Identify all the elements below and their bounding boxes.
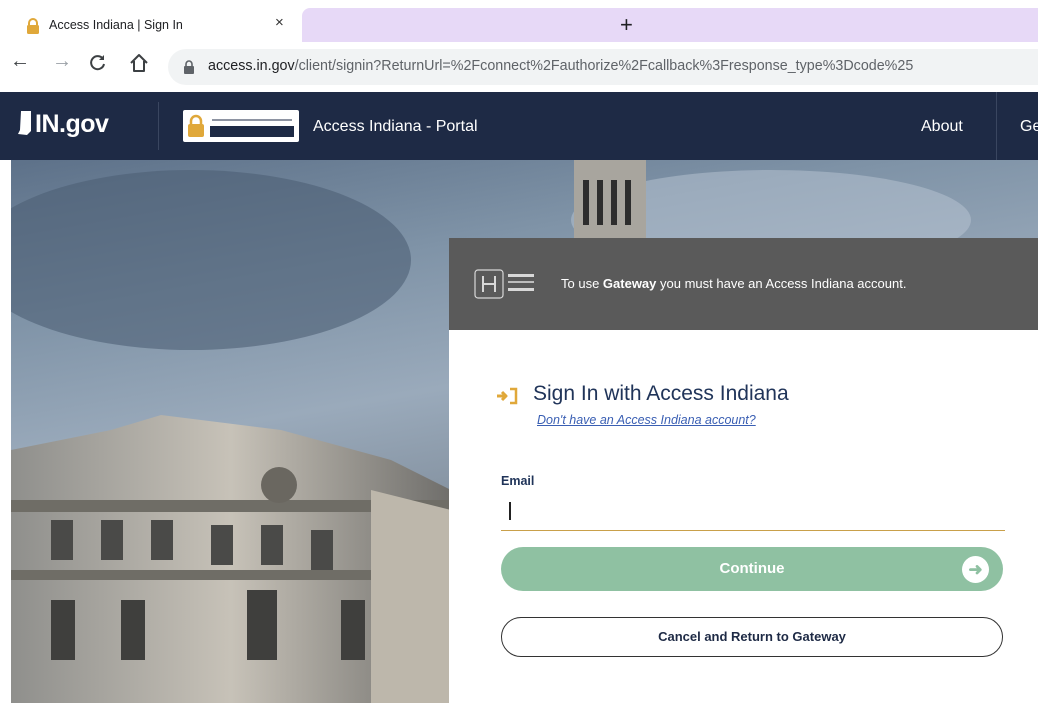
indiana-department-of-health-logo (474, 269, 534, 299)
browser-toolbar: ← → access.in.gov/client/signin?ReturnUr… (0, 42, 1038, 93)
email-field[interactable] (501, 494, 1005, 531)
page-margin (0, 160, 11, 703)
cancel-return-button[interactable]: Cancel and Return to Gateway (501, 617, 1003, 657)
signin-heading: Sign In with Access Indiana (533, 382, 789, 405)
create-account-link[interactable]: Don't have an Access Indiana account? (537, 413, 756, 427)
new-tab-button[interactable]: + (620, 14, 633, 36)
cancel-label: Cancel and Return to Gateway (658, 629, 846, 644)
url-host: access.in.gov (208, 58, 295, 74)
close-tab-icon[interactable]: × (275, 14, 284, 31)
lock-favicon-icon (27, 18, 39, 34)
url-path: /client/signin?ReturnUrl=%2Fconnect%2Fau… (294, 58, 914, 74)
browser-tab[interactable]: Access Indiana | Sign In × (0, 8, 302, 42)
access-indiana-logo[interactable] (183, 110, 299, 142)
arrow-right-icon: ➜ (962, 556, 989, 583)
continue-label: Continue (719, 560, 785, 577)
notice-app-name: Gateway (602, 276, 657, 291)
address-bar[interactable]: access.in.gov/client/signin?ReturnUrl=%2… (168, 49, 1038, 85)
continue-button[interactable]: Continue ➜ (501, 547, 1003, 591)
in-gov-logo-text: IN.gov (35, 110, 109, 138)
sign-in-icon (497, 387, 518, 405)
browser-tab-bar: Access Indiana | Sign In × + (0, 0, 1038, 42)
nav-about-link[interactable]: About (921, 118, 963, 136)
tab-strip: + (302, 8, 1038, 42)
nav-get-help-link[interactable]: Ge (1020, 118, 1038, 136)
header-divider (158, 102, 159, 150)
url-text: access.in.gov/client/signin?ReturnUrl=%2… (208, 58, 913, 74)
in-gov-logo[interactable]: IN.gov (18, 110, 109, 139)
email-label: Email (501, 474, 535, 488)
forward-arrow-icon[interactable]: → (52, 50, 72, 72)
nav-divider (996, 92, 997, 160)
signin-panel: Sign In with Access Indiana Don't have a… (449, 330, 1038, 703)
back-arrow-icon[interactable]: ← (10, 50, 30, 72)
gateway-notice-banner: To use Gateway you must have an Access I… (449, 238, 1038, 330)
tab-title: Access Indiana | Sign In (49, 18, 183, 32)
text-caret (509, 502, 511, 520)
reload-icon[interactable] (88, 53, 108, 73)
site-header: IN.gov Access Indiana - Portal About Ge (0, 92, 1038, 160)
portal-title: Access Indiana - Portal (313, 118, 478, 135)
notice-prefix: To use (561, 276, 603, 291)
home-icon[interactable] (128, 52, 150, 74)
padlock-icon[interactable] (183, 60, 195, 74)
access-indiana-logo-graphic (188, 114, 294, 137)
indiana-state-icon (18, 111, 31, 135)
notice-suffix: you must have an Access Indiana account. (656, 276, 907, 291)
notice-text: To use Gateway you must have an Access I… (561, 276, 906, 291)
